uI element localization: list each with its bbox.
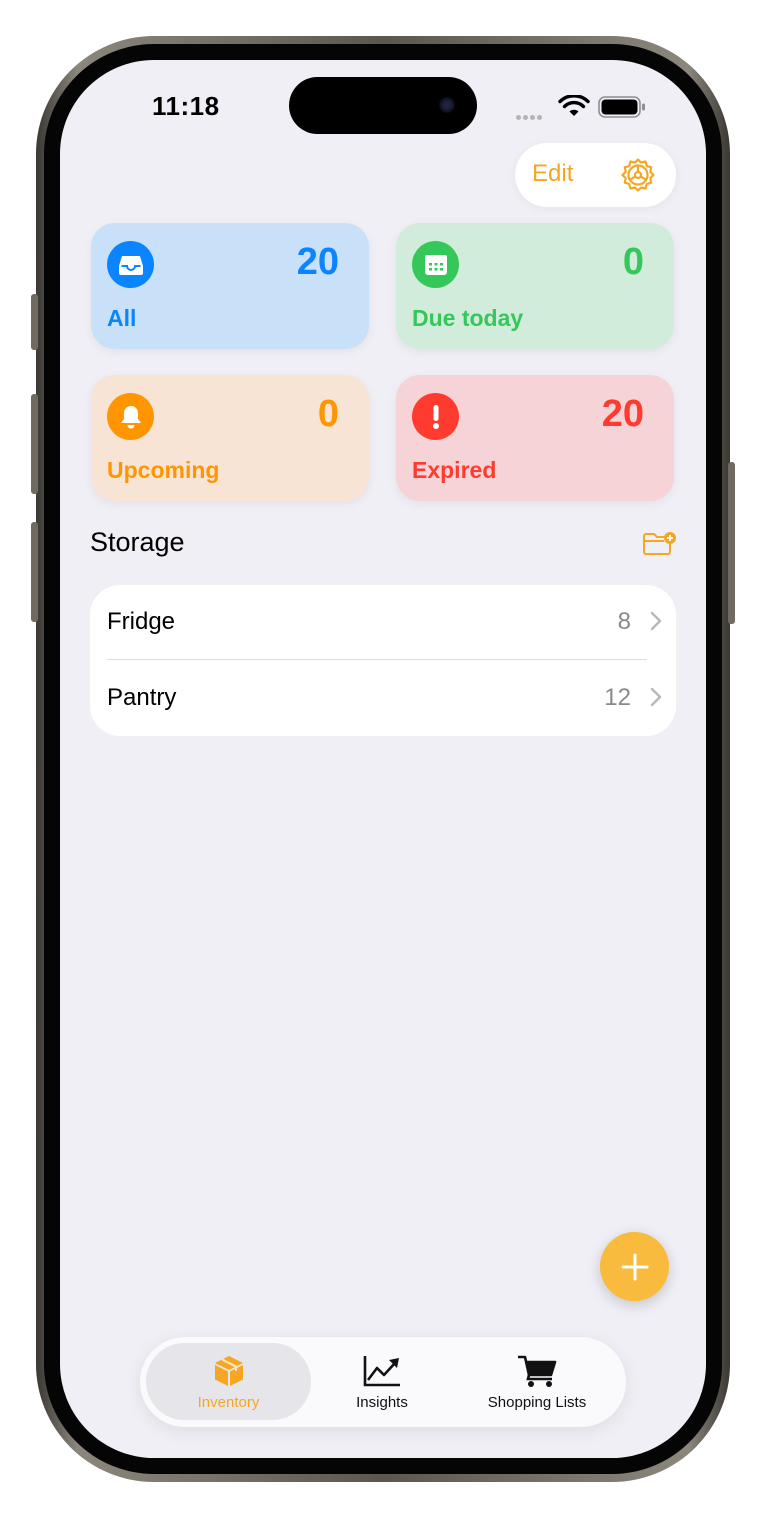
bell-icon <box>107 393 154 440</box>
card-label: Due today <box>412 305 524 331</box>
tab-bar: Inventory Insights Shopping Lists <box>140 1337 626 1427</box>
chart-icon <box>363 1356 400 1387</box>
card-label: All <box>107 305 137 331</box>
status-time: 11:18 <box>152 91 220 121</box>
camera-icon <box>439 97 455 113</box>
volume-down-button <box>31 522 38 622</box>
calendar-icon <box>412 241 459 288</box>
card-label: Expired <box>412 457 497 483</box>
action-button <box>31 294 38 350</box>
cart-icon <box>518 1355 557 1387</box>
card-count: 0 <box>622 241 644 283</box>
storage-count: 12 <box>604 684 631 711</box>
volume-up-button <box>31 394 38 494</box>
storage-name: Pantry <box>107 684 177 711</box>
chevron-right-icon <box>650 687 662 707</box>
power-button <box>728 462 735 624</box>
row-divider <box>107 659 647 660</box>
edit-button[interactable]: Edit <box>532 160 573 188</box>
card-upcoming[interactable]: 0 Upcoming <box>91 375 369 501</box>
tab-label: Shopping Lists <box>487 1394 587 1411</box>
storage-count: 8 <box>617 608 631 635</box>
tab-inventory[interactable]: Inventory <box>146 1337 311 1427</box>
status-indicators <box>516 95 656 120</box>
storage-list: Fridge 8 Pantry 12 <box>90 585 676 736</box>
tray-icon <box>107 241 154 288</box>
edit-settings-pill: Edit <box>515 143 676 207</box>
plus-icon <box>621 1253 648 1280</box>
storage-name: Fridge <box>107 608 176 635</box>
gear-icon[interactable] <box>620 157 656 193</box>
add-folder-icon[interactable] <box>642 530 678 558</box>
dynamic-island <box>289 77 477 134</box>
battery-icon <box>598 96 645 118</box>
box-icon <box>214 1356 243 1386</box>
card-due-today[interactable]: 0 Due today <box>396 223 674 349</box>
card-all[interactable]: 20 All <box>91 223 369 349</box>
chevron-right-icon <box>650 611 662 631</box>
storage-section-title: Storage <box>90 527 185 557</box>
card-label: Upcoming <box>107 457 220 483</box>
tab-insights[interactable]: Insights <box>320 1337 444 1427</box>
card-count: 0 <box>317 393 339 435</box>
cellular-signal-icon <box>516 107 544 125</box>
storage-row-fridge[interactable]: Fridge 8 <box>90 585 676 660</box>
tab-label: Inventory <box>197 1394 260 1411</box>
card-count: 20 <box>601 393 644 435</box>
card-count: 20 <box>296 241 339 283</box>
exclamation-icon <box>412 393 459 440</box>
add-item-button[interactable] <box>600 1232 669 1301</box>
card-expired[interactable]: 20 Expired <box>396 375 674 501</box>
tab-shopping-lists[interactable]: Shopping Lists <box>458 1337 616 1427</box>
app-screen: 11:18 Edit 20 All 0 Due today 0 Upcoming… <box>60 60 706 1458</box>
tab-label: Insights <box>356 1394 408 1411</box>
storage-row-pantry[interactable]: Pantry 12 <box>90 661 676 736</box>
wifi-icon <box>558 95 590 116</box>
